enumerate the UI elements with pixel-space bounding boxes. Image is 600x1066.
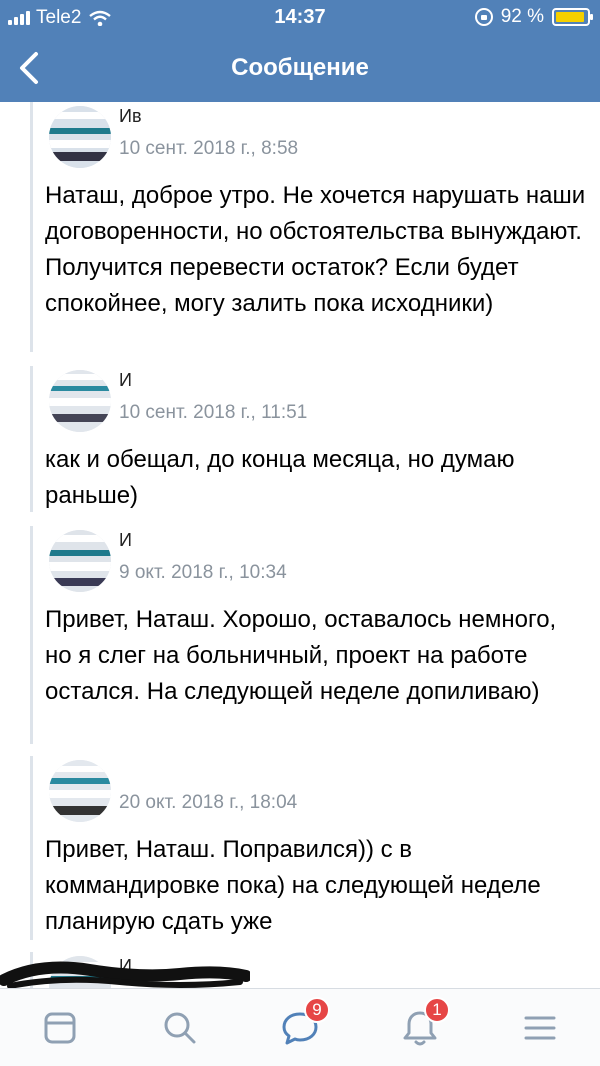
message-date: 20 окт. 2018 г., 18:04	[119, 792, 298, 813]
orientation-lock-icon	[474, 8, 493, 26]
author-name[interactable]: Ив	[119, 106, 299, 130]
message-date: 10 сент. 2018 г., 11:51	[119, 402, 308, 423]
message-text: Привет, Наташ. Хорошо, оставалось немног…	[45, 606, 557, 705]
tab-messages[interactable]: 9	[270, 997, 330, 1053]
messages-badge: 9	[304, 997, 330, 1023]
battery-percent: 92 %	[500, 6, 544, 27]
tab-menu[interactable]	[510, 1003, 570, 1053]
navigation-bar: Сообщение	[0, 36, 600, 102]
author-name[interactable]: И	[119, 370, 299, 394]
news-feed-icon	[44, 1012, 76, 1044]
message-text: Наташ, доброе утро. Не хочется нарушать …	[45, 182, 586, 317]
status-right: 92 %	[474, 6, 593, 28]
message-list[interactable]: Ив 10 сент. 2018 г., 8:58 Наташ, доброе …	[0, 102, 600, 988]
tab-search[interactable]	[150, 1003, 210, 1053]
app-header: Tele2 14:37 92 % Сообщение	[0, 0, 600, 102]
message-header: И 10 сент. 2018 г., 11:51	[43, 366, 600, 432]
tab-notifications[interactable]: 1	[390, 997, 450, 1053]
battery-icon	[552, 8, 593, 26]
status-bar: Tele2 14:37 92 %	[0, 0, 600, 36]
search-icon	[164, 1012, 196, 1044]
message-item[interactable]: И 10 сент. 2018 г., 11:51 как и обещал, …	[30, 366, 600, 512]
message-text: как и обещал, до конца месяца, но думаю …	[45, 446, 515, 509]
message-date: 10 сент. 2018 г., 8:58	[119, 138, 299, 159]
avatar[interactable]	[49, 530, 111, 592]
message-item[interactable]: И 9 окт. 2018 г., 10:34 Привет, Наташ. Х…	[30, 526, 600, 744]
redaction-scribble	[0, 961, 250, 988]
message-header: И 9 окт. 2018 г., 10:34	[43, 526, 600, 592]
page-title: Сообщение	[231, 54, 369, 81]
author-name[interactable]	[119, 760, 299, 784]
avatar[interactable]	[49, 106, 111, 168]
message-item[interactable]: Ив 10 сент. 2018 г., 8:58 Наташ, доброе …	[30, 102, 600, 352]
message-text: Привет, Наташ. Поправился)) с в комманди…	[45, 836, 541, 935]
message-item[interactable]: 20 окт. 2018 г., 18:04 Привет, Наташ. По…	[30, 756, 600, 940]
message-date: 9 окт. 2018 г., 10:34	[119, 562, 287, 583]
message-header: 20 окт. 2018 г., 18:04	[43, 756, 600, 822]
avatar[interactable]	[49, 760, 111, 822]
message-header: Ив 10 сент. 2018 г., 8:58	[43, 102, 600, 168]
tab-news[interactable]	[30, 1003, 90, 1053]
menu-icon	[524, 1016, 556, 1040]
battery-fill	[556, 12, 584, 22]
bottom-tab-bar: 9 1	[0, 988, 600, 1066]
author-name[interactable]: И	[119, 530, 299, 554]
avatar[interactable]	[49, 370, 111, 432]
notifications-badge: 1	[424, 997, 450, 1023]
